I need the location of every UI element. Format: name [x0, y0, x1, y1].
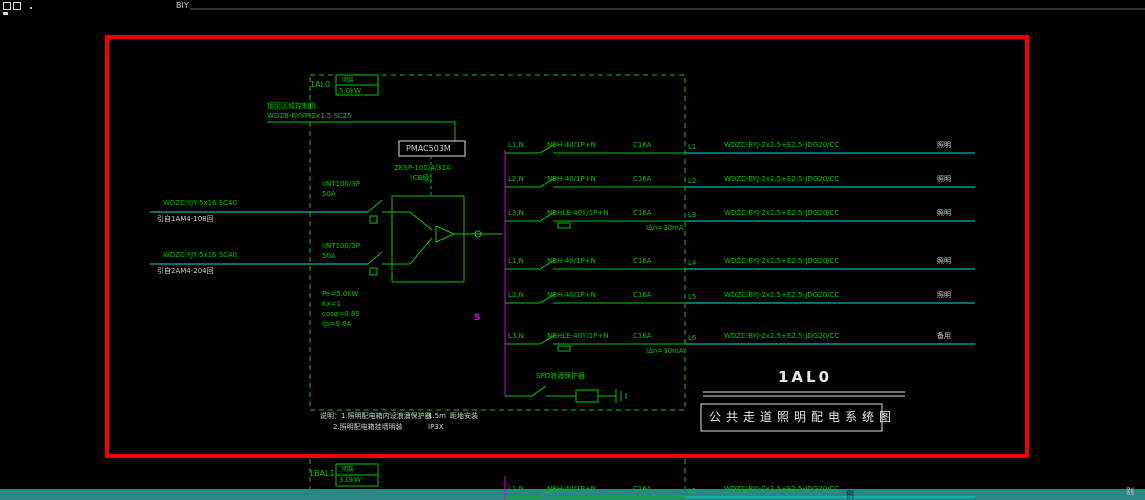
circuit-rcd: IΔn=30mA [646, 224, 684, 232]
panel-capacity: 5.0kW [339, 87, 362, 95]
ats-model-label: ZKSP-100/4/32A [394, 164, 451, 172]
circuit-cable: WDZC-BYJ-2x2.5+E2.5-JDG20/CC [724, 209, 840, 217]
note-line1: 说明：1.照明配电箱内设浪涌保护器 [320, 412, 432, 420]
highlight-rectangle [105, 35, 1029, 458]
next-panel-name: 1BAL1 [309, 469, 335, 478]
calc-ijs: Ijs=9.0A [322, 320, 352, 328]
spd-label: SPD浪涌保护器 [536, 372, 586, 380]
circuit-phase: L3,N [508, 332, 524, 340]
circuit-breaker: NBH-40/1P+N [547, 291, 596, 299]
bottom-right-mark: 别 [1126, 487, 1134, 496]
next-circuit-cable: WDZC-BYJ-2x2.5+E2.5-JDG20/CC [724, 485, 840, 493]
bus-label: S [474, 313, 481, 323]
next-circuit-breaker: NBH-40/1P+N [547, 485, 596, 493]
circuit-rating: C16A [633, 209, 652, 217]
circuit-phase: L3,N [508, 209, 524, 217]
circuit-breaker: NBHLE-40Y/1P+N [547, 332, 609, 340]
note-line1-suffix: 距地安装 [450, 412, 478, 420]
circuit-id: L2 [688, 177, 697, 185]
circuit-id: L5 [688, 293, 697, 301]
panel-name: 1AL0 [310, 80, 331, 89]
circuit-id: L1 [688, 143, 697, 151]
circuit-phase: L1,N [508, 257, 524, 265]
circuit-rating: C16A [633, 141, 652, 149]
ats-class-label: (CB级) [410, 174, 433, 182]
circuit-phase: L2,N [508, 291, 524, 299]
circuit-load: 照明 [937, 209, 951, 217]
next-circuit-rating: C16A [633, 485, 652, 493]
circuit-cable: WDZC-BYJ-2x2.5+E2.5-JDG20/CC [724, 175, 840, 183]
feeder1-source: 引自1AM4-108回 [157, 215, 214, 223]
next-panel-mount: 明装 [342, 466, 355, 473]
top-label: BIY [176, 1, 189, 10]
taskbar-mark[interactable]: 例 [846, 490, 854, 499]
calc-cos: cosφ=0.85 [322, 310, 360, 318]
circuit-load: 照明 [937, 141, 951, 149]
circuit-breaker: NBH-40/1P+N [547, 141, 596, 149]
feeder2-source: 引自2AM4-204回 [157, 267, 214, 275]
feeder1-cable: WDZC-YJY-5x16 SC40 [163, 199, 237, 207]
next-circuit-phase: L1,N [508, 485, 524, 493]
circuit-rating: C16A [633, 257, 652, 265]
circuit-id: L4 [688, 259, 697, 267]
circuit-load: 照明 [937, 291, 951, 299]
feeder1-breaker: iINT100/3P [322, 180, 360, 188]
calc-kx: Kx=1 [322, 300, 342, 308]
note-line2: 2.照明配电箱挂墙明装 [333, 423, 403, 431]
titlebar-glyph-icon [3, 2, 11, 10]
drawing-subtitle: 公共走道照明配电系统图 [709, 410, 897, 424]
titlebar-glyph-icon [30, 7, 32, 9]
circuit-rating: C16A [633, 332, 652, 340]
circuit-rating: C16A [633, 175, 652, 183]
circuit-cable: WDZC-BYJ-2x2.5+E2.5-JDG20/CC [724, 257, 840, 265]
circuit-breaker: NBHLE-40Y/1P+N [547, 209, 609, 217]
next-panel-capacity: 3.0kW [339, 476, 362, 484]
calc-pe: Pe=5.0kW [322, 290, 359, 298]
panel-mount: 明装 [342, 77, 355, 84]
feeder2-cable: WDZC-YJY-5x16 SC40 [163, 251, 237, 259]
note-line2-value: IP3X [428, 423, 444, 431]
drawing-title: 1AL0 [778, 368, 833, 386]
circuit-phase: L2,N [508, 175, 524, 183]
next-circuit-id: L1 [688, 487, 697, 495]
circuit-id: L3 [688, 211, 697, 219]
circuit-load: 备用 [937, 332, 951, 340]
note-line1-value: 1.5m [428, 412, 446, 420]
feeder2-breaker: iINT100/3P [322, 242, 360, 250]
feeder2-rating: 50A [322, 252, 336, 260]
circuit-breaker: NBH-40/1P+N [547, 175, 596, 183]
control-cable-label: WDZB-RYVP-2x1.5 SC25 [267, 112, 352, 120]
circuit-cable: WDZC-BYJ-2x2.5+E2.5-JDG20/CC [724, 141, 840, 149]
titlebar-glyph-icon [13, 2, 21, 10]
titlebar-glyph-icon [3, 12, 8, 15]
circuit-id: L6 [688, 334, 697, 342]
circuit-phase: L1,N [508, 141, 524, 149]
circuit-cable: WDZC-BYJ-2x2.5+E2.5-JDG20/CC [724, 332, 840, 340]
circuit-breaker: NBH-40/1P+N [547, 257, 596, 265]
control-note: 接至区域控制机 [267, 102, 316, 110]
meter-label: PMAC503M [406, 144, 451, 153]
feeder1-rating: 50A [322, 190, 336, 198]
circuit-cable: WDZC-BYJ-2x2.5+E2.5-JDG20/CC [724, 291, 840, 299]
circuit-load: 照明 [937, 175, 951, 183]
circuit-rcd: IΔn=30mA [646, 347, 684, 355]
circuit-rating: C16A [633, 291, 652, 299]
circuit-load: 照明 [937, 257, 951, 265]
cad-canvas[interactable]: BIY 例 别 1AL0 明装 5.0kW 接至区域控制机 WDZB-RYVP-… [0, 0, 1145, 500]
